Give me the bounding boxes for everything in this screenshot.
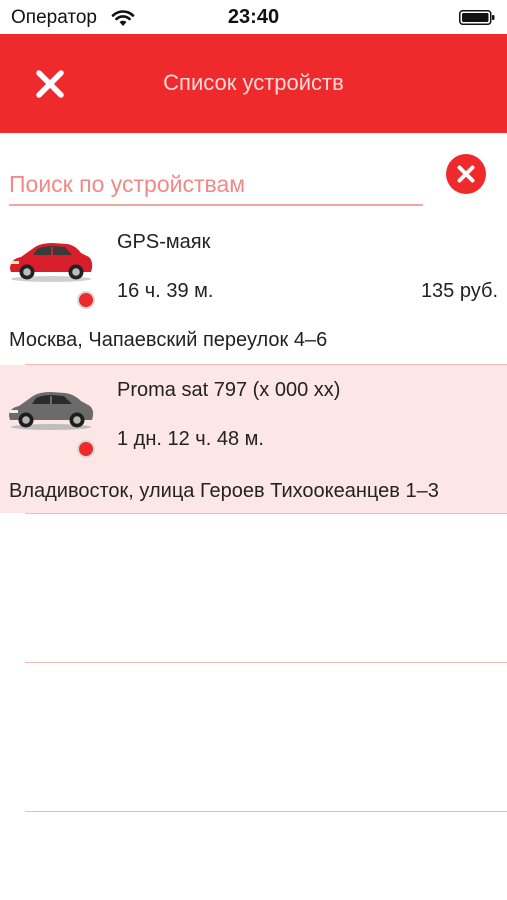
device-address: Москва, Чапаевский переулок 4–6 [9, 329, 328, 351]
app-header: Список устройств [0, 34, 507, 133]
device-address: Владивосток, улица Героев Тихоокеанцев 1… [9, 480, 439, 502]
device-row[interactable]: GPS-маяк 16 ч. 39 м. 135 руб. Москва, Ча… [0, 217, 507, 365]
clear-search-icon[interactable] [446, 154, 486, 194]
battery-icon [459, 10, 495, 25]
status-bar: Оператор 23:40 [0, 0, 507, 34]
device-name: GPS-маяк [117, 231, 211, 253]
status-time: 23:40 [227, 6, 280, 28]
device-price: 135 руб. [420, 280, 498, 302]
search-input[interactable] [9, 164, 423, 206]
status-indicator [77, 291, 95, 309]
row-divider [25, 513, 507, 514]
device-duration: 16 ч. 39 м. [117, 280, 214, 302]
row-divider [25, 811, 507, 812]
car-icon [10, 243, 93, 282]
device-duration: 1 дн. 12 ч. 48 м. [117, 428, 264, 450]
car-icon [9, 392, 94, 430]
status-indicator [77, 440, 95, 458]
page-title: Список устройств [163, 70, 344, 95]
device-name: Proma sat 797 (x 000 xx) [117, 379, 341, 401]
row-divider [25, 662, 507, 663]
device-row[interactable]: Proma sat 797 (x 000 xx) 1 дн. 12 ч. 48 … [0, 365, 507, 513]
